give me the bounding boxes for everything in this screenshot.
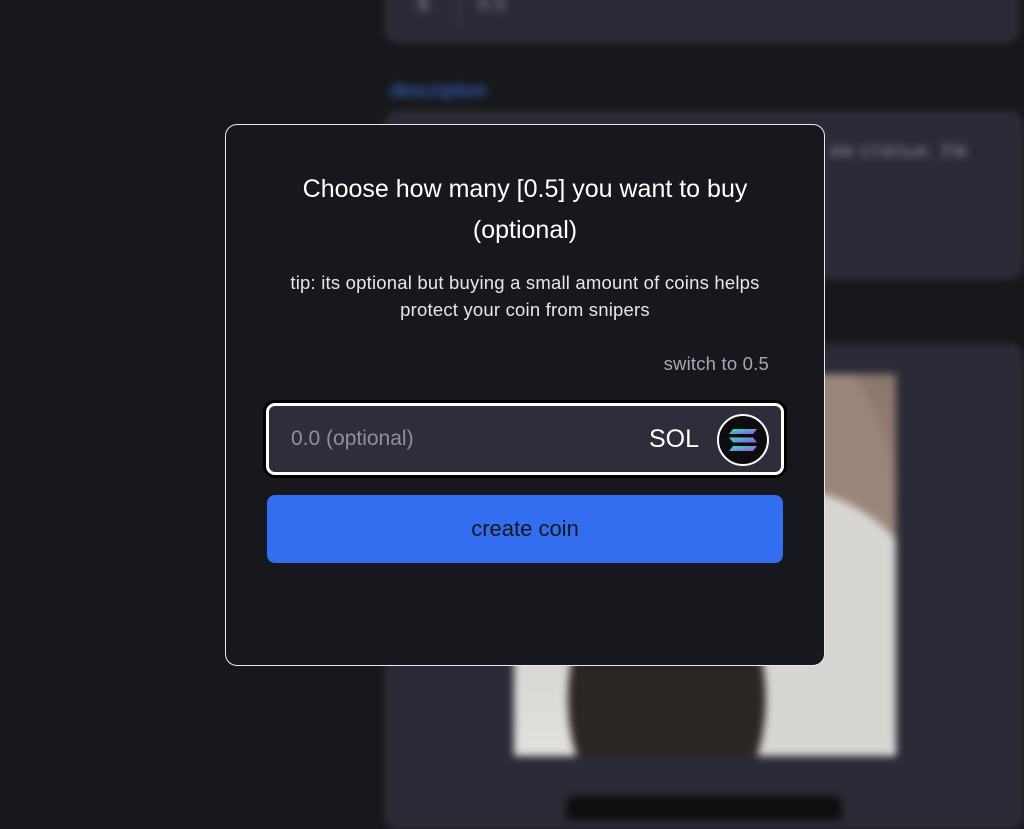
modal-tip: tip: its optional but buying a small amo…	[290, 272, 760, 320]
solana-logo-icon	[717, 414, 769, 466]
ticker-field: $ 0.5	[386, 0, 1018, 42]
modal-title: Choose how many [0.5] you want to buy (o…	[302, 175, 748, 244]
amount-input[interactable]	[291, 406, 621, 472]
image-preview-footer	[566, 796, 842, 820]
create-coin-button[interactable]: create coin	[267, 495, 783, 563]
description-label: description	[390, 80, 487, 102]
ticker-value: 0.5	[478, 0, 506, 15]
buy-amount-modal: Choose how many [0.5] you want to buy (o…	[225, 124, 825, 666]
description-text: ии статьи. Уж	[830, 140, 968, 162]
amount-field: SOL	[266, 403, 784, 475]
switch-currency-link[interactable]: switch to 0.5	[664, 353, 769, 375]
ticker-prefix: $	[388, 0, 460, 24]
currency-label: SOL	[648, 425, 699, 453]
